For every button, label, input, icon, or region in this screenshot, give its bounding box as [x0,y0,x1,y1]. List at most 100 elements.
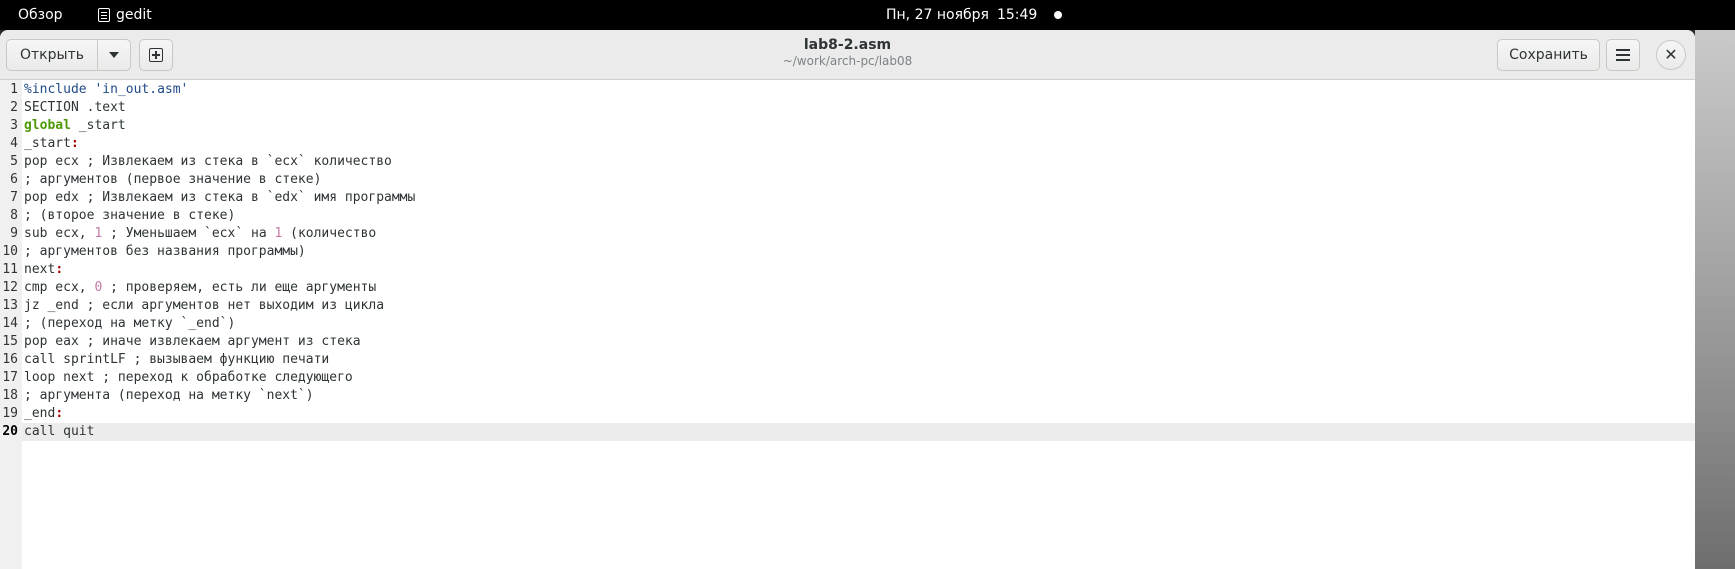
code-text: %include 'in_out.asm' [18,81,188,99]
code-token: 'in_out.asm' [94,82,189,97]
line-number: 12 [2,280,18,295]
top-bar: Обзор gedit Пн, 27 ноября 15:49 [0,0,1735,30]
code-token: _start [24,136,71,151]
code-token: ; аргумента (переход на метку `next`) [24,388,314,403]
code-line[interactable]: 17 loop next ; переход к обработке следую… [0,369,415,387]
window-title-area: lab8-2.asm ~/work/arch-pc/lab08 [0,37,1695,68]
code-line[interactable]: 1 %include 'in_out.asm' [0,81,415,99]
app-menu[interactable]: gedit [98,7,152,23]
code-token: next [24,262,56,277]
code-token: pop edx ; Извлекаем из стека в `edx` имя… [24,190,416,205]
line-number: 16 [2,352,18,367]
code-token: : [55,262,64,277]
code-line[interactable]: 19 _end: [0,405,415,423]
code-text: _end: [18,405,63,423]
code-token: : [55,406,64,421]
save-button[interactable]: Сохранить [1497,39,1600,71]
line-number: 8 [10,208,18,223]
code-line[interactable]: 7 pop edx ; Извлекаем из стека в `edx` им… [0,189,415,207]
code-line[interactable]: 15 pop eax ; иначе извлекаем аргумент из … [0,333,415,351]
gedit-window: Открыть lab8-2.asm ~/work/arch-pc/lab08 … [0,30,1695,569]
code-token: call quit [24,424,95,439]
app-name: gedit [116,7,152,23]
code-token: ; (переход на метку `_end`) [24,316,236,331]
line-number: 10 [2,244,18,259]
code-line[interactable]: 18 ; аргумента (переход на метку `next`) [0,387,415,405]
code-text: cmp ecx, 0 ; проверяем, есть ли еще аргу… [18,279,376,297]
line-number: 7 [10,190,18,205]
code-token: ; Уменьшаем `ecx` на [102,226,275,241]
code-text: _start: [18,135,79,153]
code-line[interactable]: 14 ; (переход на метку `_end`) [0,315,415,333]
code-token: _end [24,406,56,421]
gedit-icon [98,8,110,22]
code-lines: 1 %include 'in_out.asm' 2 SECTION .text 3 glo… [0,81,415,441]
text-editor[interactable]: 1 %include 'in_out.asm' 2 SECTION .text 3 glo… [0,80,1695,569]
line-number: 1 [10,82,18,97]
code-text: jz _end ; если аргументов нет выходим из… [18,297,384,315]
code-text: global _start [18,117,126,135]
code-line[interactable]: 9 sub ecx, 1 ; Уменьшаем `ecx` на 1 (коли… [0,225,415,243]
code-token: ; проверяем, есть ли еще аргументы [102,280,377,295]
code-line[interactable]: 8 ; (второе значение в стеке) [0,207,415,225]
code-token: : [70,136,79,151]
line-number: 2 [10,100,18,115]
hamburger-menu-icon [1616,54,1630,56]
line-number: 3 [10,118,18,133]
code-token: pop ecx ; Извлекаем из стека в `ecx` кол… [24,154,392,169]
code-line[interactable]: 11 next: [0,261,415,279]
line-number: 17 [2,370,18,385]
code-token: (количество [282,226,377,241]
activities-button[interactable]: Обзор [18,7,63,23]
code-text: ; аргументов без названия программы) [18,243,306,261]
code-line[interactable]: 6 ; аргументов (первое значение в стеке) [0,171,415,189]
desktop-background [1695,30,1735,569]
code-token: %include [24,82,95,97]
close-window-button[interactable]: ✕ [1656,40,1686,70]
code-token: global [24,118,71,133]
code-text: next: [18,261,63,279]
line-number: 4 [10,136,18,151]
code-text: pop eax ; иначе извлекаем аргумент из ст… [18,333,361,351]
code-token: ; аргументов без названия программы) [24,244,306,259]
code-line[interactable]: 10 ; аргументов без названия программы) [0,243,415,261]
line-number: 6 [10,172,18,187]
code-line[interactable]: 20 call quit [0,423,415,441]
line-number: 5 [10,154,18,169]
code-text: ; (второе значение в стеке) [18,207,235,225]
line-number: 19 [2,406,18,421]
line-number: 9 [10,226,18,241]
code-line[interactable]: 16 call sprintLF ; вызываем функцию печат… [0,351,415,369]
main-menu-button[interactable] [1606,39,1640,71]
code-line[interactable]: 5 pop ecx ; Извлекаем из стека в `ecx` ко… [0,153,415,171]
line-number: 15 [2,334,18,349]
code-text: ; аргументов (первое значение в стеке) [18,171,321,189]
document-title: lab8-2.asm [803,37,892,53]
code-line[interactable]: 12 cmp ecx, 0 ; проверяем, есть ли еще ар… [0,279,415,297]
code-line[interactable]: 13 jz _end ; если аргументов нет выходим … [0,297,415,315]
line-number: 14 [2,316,18,331]
clock[interactable]: Пн, 27 ноября 15:49 [886,7,1037,23]
code-text: ; (переход на метку `_end`) [18,315,235,333]
code-token: pop eax ; иначе извлекаем аргумент из ст… [24,334,361,349]
code-line[interactable]: 2 SECTION .text [0,99,415,117]
code-line[interactable]: 3 global _start [0,117,415,135]
code-text: pop ecx ; Извлекаем из стека в `ecx` кол… [18,153,392,171]
clock-date: Пн, 27 ноября [886,7,989,23]
code-token: cmp ecx, [24,280,95,295]
code-token: ; (второе значение в стеке) [24,208,236,223]
code-token: SECTION .text [24,100,126,115]
code-token: ; аргументов (первое значение в стеке) [24,172,322,187]
code-line[interactable]: 4 _start: [0,135,415,153]
code-text: SECTION .text [18,99,126,117]
close-icon: ✕ [1664,45,1678,64]
code-text: sub ecx, 1 ; Уменьшаем `ecx` на 1 (колич… [18,225,376,243]
header-bar: Открыть lab8-2.asm ~/work/arch-pc/lab08 … [0,30,1695,80]
code-text: call quit [18,423,94,441]
line-number: 11 [2,262,18,277]
line-number: 13 [2,298,18,313]
code-token: sub ecx, [24,226,95,241]
code-text: call sprintLF ; вызываем функцию печати [18,351,329,369]
line-number: 20 [2,424,18,439]
clock-time: 15:49 [996,7,1038,23]
